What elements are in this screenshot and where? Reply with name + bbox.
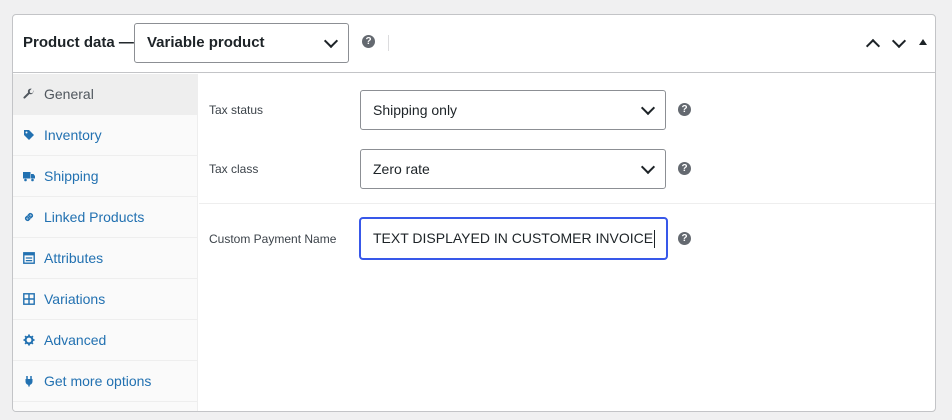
plugin-icon xyxy=(25,376,33,387)
wrench-icon xyxy=(23,88,34,99)
product-data-panel: Product data — Variable product ? Genera… xyxy=(12,14,936,412)
tax-class-label: Tax class xyxy=(209,162,259,176)
panel-title: Product data — xyxy=(23,34,134,51)
tab-label: Inventory xyxy=(44,127,102,143)
tab-label: Attributes xyxy=(44,250,104,266)
grid-icon xyxy=(23,293,35,305)
tab-label: Variations xyxy=(44,291,106,307)
tab-label: General xyxy=(44,86,94,102)
general-tab-content: Tax status Shipping only ? Tax class Zer… xyxy=(199,74,935,411)
product-data-tabs: General Inventory Shipping Linked Produc… xyxy=(13,74,198,411)
section-divider xyxy=(199,203,935,204)
tab-general[interactable]: General xyxy=(13,74,197,115)
tab-inventory[interactable]: Inventory xyxy=(13,115,197,156)
custom-payment-name-input[interactable]: TEXT DISPLAYED IN CUSTOMER INVOICE xyxy=(359,217,668,260)
tab-label: Shipping xyxy=(44,168,99,184)
custom-payment-name-label: Custom Payment Name xyxy=(209,232,337,246)
move-up-icon[interactable] xyxy=(865,38,881,54)
tab-get-more-options[interactable]: Get more options xyxy=(13,361,197,402)
help-icon[interactable]: ? xyxy=(362,35,375,48)
product-type-value: Variable product xyxy=(147,34,265,51)
list-icon xyxy=(23,252,35,264)
gear-icon xyxy=(23,334,35,346)
tab-label: Get more options xyxy=(44,373,152,389)
chevron-down-icon xyxy=(323,33,339,49)
panel-header: Product data — Variable product ? xyxy=(13,15,935,73)
tab-shipping[interactable]: Shipping xyxy=(13,156,197,197)
tab-linked-products[interactable]: Linked Products xyxy=(13,197,197,238)
help-icon[interactable]: ? xyxy=(678,162,691,175)
tax-status-value: Shipping only xyxy=(373,102,458,118)
help-icon[interactable]: ? xyxy=(678,232,691,245)
link-icon xyxy=(24,212,34,222)
collapse-toggle-icon[interactable] xyxy=(919,39,927,45)
move-down-icon[interactable] xyxy=(891,33,907,49)
truck-icon xyxy=(23,172,35,182)
custom-payment-name-value: TEXT DISPLAYED IN CUSTOMER INVOICE xyxy=(373,230,654,246)
help-icon[interactable]: ? xyxy=(678,103,691,116)
tab-variations[interactable]: Variations xyxy=(13,279,197,320)
tax-class-select[interactable]: Zero rate xyxy=(360,149,666,189)
tab-attributes[interactable]: Attributes xyxy=(13,238,197,279)
tax-status-select[interactable]: Shipping only xyxy=(360,90,666,130)
tag-icon xyxy=(24,130,34,140)
tab-label: Advanced xyxy=(44,332,107,348)
chevron-down-icon xyxy=(640,100,656,116)
text-caret xyxy=(654,230,656,249)
tax-class-value: Zero rate xyxy=(373,161,430,177)
tab-label: Linked Products xyxy=(44,209,145,225)
header-divider xyxy=(388,35,389,51)
chevron-down-icon xyxy=(640,159,656,175)
tab-advanced[interactable]: Advanced xyxy=(13,320,197,361)
product-type-select[interactable]: Variable product xyxy=(134,23,349,63)
tax-status-label: Tax status xyxy=(209,103,264,117)
